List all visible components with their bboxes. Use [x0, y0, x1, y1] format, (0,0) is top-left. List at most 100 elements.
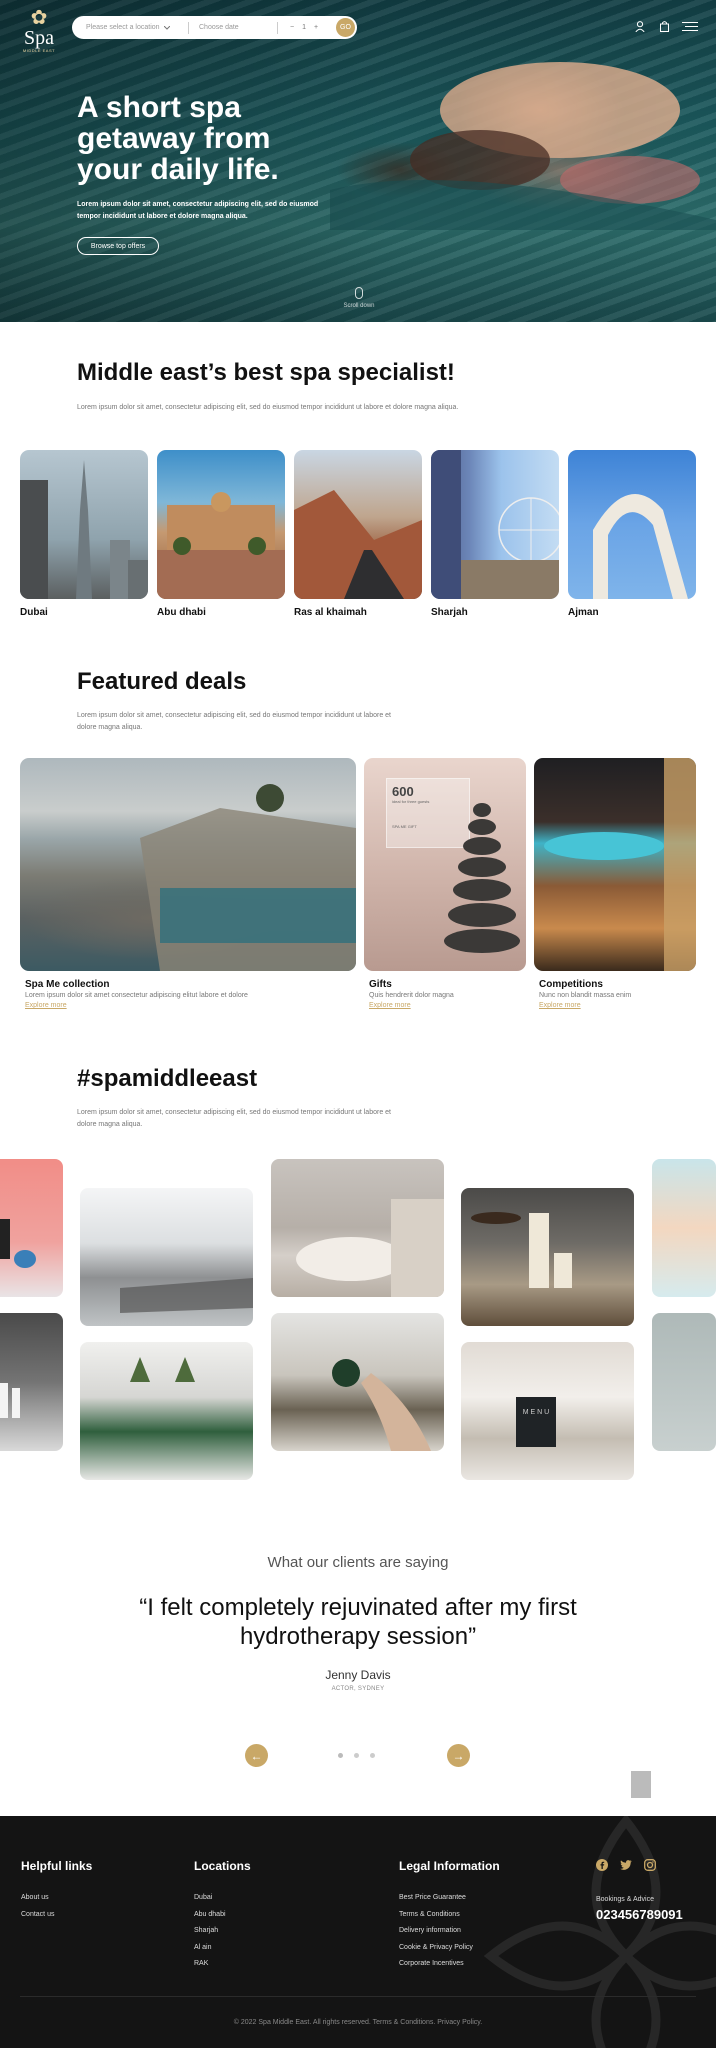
- footer-link-price-guarantee[interactable]: Best Price Guarantee: [399, 1894, 500, 1911]
- explore-more-link[interactable]: Explore more: [534, 1002, 696, 1009]
- deal-title: Gifts: [369, 979, 392, 990]
- scroll-to-top-button[interactable]: [631, 1771, 651, 1798]
- city-card-ajman[interactable]: Ajman: [568, 450, 696, 618]
- ferris-wheel-image: [431, 450, 559, 599]
- gallery-image-oil-bottle[interactable]: [271, 1313, 444, 1451]
- logo-text: Spa: [24, 27, 54, 49]
- specialist-description: Lorem ipsum dolor sit amet, consectetur …: [77, 404, 459, 411]
- footer-link-corporate[interactable]: Corporate Incentives: [399, 1960, 500, 1977]
- search-go-button[interactable]: GO: [336, 18, 355, 37]
- gallery-image-menu-robe[interactable]: M E N U: [461, 1342, 634, 1480]
- quantity-stepper: − 1 +: [278, 24, 334, 31]
- arch-image: [593, 494, 688, 599]
- gallery-image-staircase[interactable]: [80, 1188, 253, 1326]
- chevron-down-icon: [163, 25, 170, 30]
- deal-description: Quis hendrerit dolor magna: [369, 992, 454, 999]
- jacuzzi-image: [544, 758, 696, 971]
- footer-link-dubai[interactable]: Dubai: [194, 1894, 251, 1911]
- location-select[interactable]: Please select a location: [72, 24, 188, 31]
- footer-link-al-ain[interactable]: Al ain: [194, 1944, 251, 1961]
- deal-image: [534, 758, 696, 971]
- carousel-dot[interactable]: [338, 1753, 343, 1758]
- deal-title: Competitions: [539, 979, 603, 990]
- browse-offers-button[interactable]: Browse top offers: [77, 237, 159, 255]
- footer-link-delivery[interactable]: Delivery information: [399, 1927, 500, 1944]
- carousel-dot[interactable]: [370, 1753, 375, 1758]
- decorative-pattern: [483, 1816, 716, 2048]
- footer: Helpful links About us Contact us Locati…: [0, 1816, 716, 2048]
- mountain-road-image: [294, 490, 422, 599]
- logo-subtext: MIDDLE EAST: [22, 48, 56, 53]
- footer-link-privacy[interactable]: Cookie & Privacy Policy: [399, 1944, 500, 1961]
- testimonial-heading: What our clients are saying: [267, 1554, 449, 1571]
- footer-link-rak[interactable]: RAK: [194, 1960, 251, 1977]
- footer-link-about[interactable]: About us: [21, 1894, 92, 1911]
- hashtag-title: #spamiddleeast: [77, 1065, 258, 1092]
- city-image: [568, 450, 696, 599]
- hashtag-description: Lorem ipsum dolor sit amet, consectetur …: [77, 1109, 391, 1128]
- instagram-icon[interactable]: [644, 1859, 656, 1871]
- phone-number[interactable]: 023456789091: [596, 1907, 683, 1922]
- scroll-down-indicator[interactable]: Scroll down: [336, 287, 382, 309]
- date-picker[interactable]: Choose date: [189, 24, 277, 31]
- bookings-label: Bookings & Advice: [596, 1896, 654, 1903]
- city-card-sharjah[interactable]: Sharjah: [431, 450, 559, 618]
- city-label: Dubai: [20, 607, 48, 618]
- gallery-image-candles[interactable]: [461, 1188, 634, 1326]
- deal-description: Nunc non blandit massa enim: [539, 992, 632, 999]
- city-image: [20, 450, 148, 599]
- gallery-image-pool[interactable]: [652, 1159, 716, 1297]
- gallery-image-bathtub[interactable]: [271, 1159, 444, 1297]
- palace-image: [157, 492, 285, 599]
- gallery-image-grey[interactable]: [652, 1313, 716, 1451]
- qty-decrease-button[interactable]: −: [290, 24, 294, 31]
- deal-card-spa-me[interactable]: Spa Me collection Lorem ipsum dolor sit …: [20, 758, 356, 1009]
- city-label: Sharjah: [431, 607, 468, 618]
- city-card-abu-dhabi[interactable]: Abu dhabi: [157, 450, 285, 618]
- next-testimonial-button[interactable]: →: [447, 1744, 470, 1767]
- carousel-dot[interactable]: [354, 1753, 359, 1758]
- testimonial-role: ACTOR, SYDNEY: [331, 1686, 385, 1692]
- specialist-title: Middle east’s best spa specialist!: [77, 359, 455, 386]
- header-icons: [634, 20, 698, 32]
- gallery-image-bottles[interactable]: [0, 1313, 63, 1451]
- footer-link-contact[interactable]: Contact us: [21, 1911, 92, 1928]
- twitter-icon[interactable]: [620, 1859, 632, 1871]
- bag-icon[interactable]: [658, 20, 670, 32]
- deal-image: [20, 758, 356, 971]
- footer-divider: [20, 1996, 696, 1997]
- city-label: Ajman: [568, 607, 599, 618]
- city-card-dubai[interactable]: Dubai: [20, 450, 148, 618]
- deal-title: Spa Me collection: [25, 979, 110, 990]
- explore-more-link[interactable]: Explore more: [364, 1002, 526, 1009]
- city-image: [294, 450, 422, 599]
- menu-icon[interactable]: [682, 21, 698, 31]
- footer-link-sharjah[interactable]: Sharjah: [194, 1927, 251, 1944]
- footer-column-title: Legal Information: [399, 1859, 500, 1873]
- cliff-pool-image: [140, 784, 356, 971]
- footer-helpful-links: Helpful links About us Contact us: [21, 1859, 92, 1927]
- carousel-dots: [338, 1753, 375, 1758]
- qty-increase-button[interactable]: +: [314, 24, 318, 31]
- city-card-ras-al-khaimah[interactable]: Ras al khaimah: [294, 450, 422, 618]
- social-links: [596, 1859, 656, 1871]
- scroll-down-label: Scroll down: [343, 303, 375, 309]
- user-icon[interactable]: [634, 20, 646, 32]
- gallery-image-laptop[interactable]: [0, 1159, 63, 1297]
- voucher-value: 600: [392, 784, 414, 799]
- city-label: Abu dhabi: [157, 607, 206, 618]
- explore-more-link[interactable]: Explore more: [20, 1002, 356, 1009]
- footer-link-terms[interactable]: Terms & Conditions: [399, 1911, 500, 1928]
- deal-card-gifts[interactable]: 600 ideal for three guests SPA ME GIFT G…: [364, 758, 526, 1009]
- brand-logo[interactable]: ✿ Spa MIDDLE EAST: [19, 8, 59, 56]
- hero-description: Lorem ipsum dolor sit amet, consectetur …: [77, 201, 319, 220]
- mouse-icon: [355, 287, 363, 299]
- footer-link-abu-dhabi[interactable]: Abu dhabi: [194, 1911, 251, 1928]
- deal-description: Lorem ipsum dolor sit amet consectetur a…: [25, 992, 248, 999]
- deal-card-competitions[interactable]: Competitions Nunc non blandit massa enim…: [534, 758, 696, 1009]
- testimonial-author: Jenny Davis: [325, 1668, 391, 1682]
- prev-testimonial-button[interactable]: ←: [245, 1744, 268, 1767]
- footer-locations: Locations Dubai Abu dhabi Sharjah Al ain…: [194, 1859, 251, 1977]
- gallery-image-towels[interactable]: [80, 1342, 253, 1480]
- facebook-icon[interactable]: [596, 1859, 608, 1871]
